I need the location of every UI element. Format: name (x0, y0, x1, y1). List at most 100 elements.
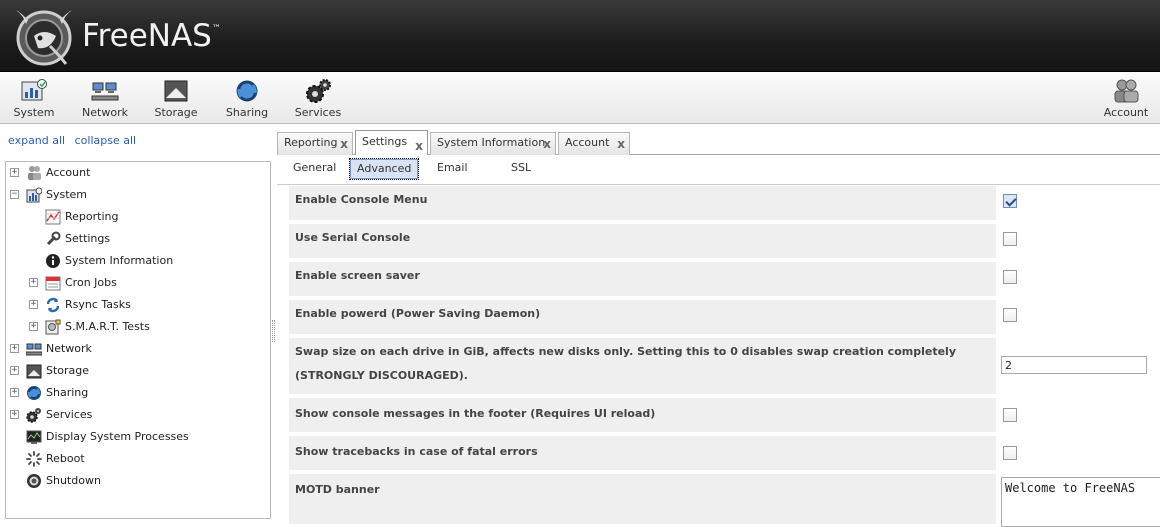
toolbar-network-label: Network (82, 106, 128, 119)
field-label: Enable screen saver (295, 269, 420, 282)
subtab-advanced[interactable]: Advanced (349, 158, 420, 180)
field-cell (996, 224, 1160, 258)
network-icon (91, 82, 119, 101)
tree-item-label: Network (46, 342, 92, 355)
expand-toggle[interactable]: + (10, 366, 19, 375)
expand-toggle[interactable]: + (10, 168, 19, 177)
field-label: Show console messages in the footer (Req… (295, 407, 656, 420)
sharing-icon (27, 386, 41, 400)
tab-system-information[interactable]: System Information x (430, 132, 556, 155)
freenas-logo-icon (16, 10, 72, 66)
tree-item-label: Services (46, 408, 93, 421)
tree-item-label: Rsync Tasks (65, 298, 131, 311)
swap-size-input[interactable] (1001, 356, 1147, 374)
tree-item-label: Account (46, 166, 91, 179)
tree-item-label: Storage (46, 364, 90, 377)
toolbar-account-button[interactable]: Account (1094, 76, 1158, 122)
subtab-ssl[interactable]: SSL (511, 158, 531, 180)
motd-banner-textarea[interactable]: Welcome to FreeNAS (1001, 477, 1160, 527)
subtab-email[interactable]: Email (437, 158, 468, 180)
services-icon (26, 408, 41, 423)
tree-item-label: Shutdown (46, 474, 101, 487)
expand-all-link[interactable]: expand all (8, 134, 65, 147)
expand-toggle[interactable]: + (10, 344, 19, 353)
form-row-screen-saver: Enable screen saver (289, 262, 1160, 296)
wrench-icon (46, 231, 61, 246)
sharing-icon (236, 80, 258, 102)
pane-splitter[interactable] (272, 320, 275, 342)
field-label: Enable Console Menu (295, 193, 428, 206)
collapse-all-link[interactable]: collapse all (75, 134, 136, 147)
field-cell (996, 436, 1160, 470)
tree-item-label: System Information (65, 254, 174, 267)
system-icon (26, 187, 42, 203)
field-label: Enable powerd (Power Saving Daemon) (295, 307, 541, 320)
enable-powerd-checkbox[interactable] (1003, 308, 1017, 322)
form-row-swap-size: Swap size on each drive in GiB, affects … (289, 338, 1160, 394)
use-serial-console-checkbox[interactable] (1003, 232, 1017, 246)
info-icon (46, 254, 60, 268)
tab-label: Settings (362, 135, 408, 148)
expand-toggle[interactable]: + (29, 322, 38, 331)
tree-item-label: Settings (65, 232, 111, 245)
field-label: MOTD banner (295, 483, 380, 496)
tab-reporting[interactable]: Reporting x (277, 132, 353, 155)
field-cell (996, 186, 1160, 220)
field-cell (996, 262, 1160, 296)
tab-settings[interactable]: Settings x (355, 130, 428, 155)
smart-icon (45, 319, 61, 335)
field-cell (996, 338, 1160, 394)
system-icon (21, 79, 47, 101)
main-toolbar: System Network Storage Sharing Services … (0, 72, 1160, 124)
toolbar-account-label: Account (1103, 106, 1149, 119)
tree-item-label: System (46, 188, 88, 201)
calendar-icon (45, 276, 61, 291)
expand-toggle[interactable]: + (10, 410, 19, 419)
network-icon (26, 343, 42, 356)
toolbar-system-button[interactable]: System (2, 76, 66, 122)
tree-item-label: Sharing (46, 386, 89, 399)
tab-account[interactable]: Account x (558, 132, 630, 155)
tree-controls: expand all collapse all (8, 134, 142, 147)
processes-icon (26, 430, 42, 444)
navigation-tree: + Account − System Reporting Settings Sy… (5, 161, 271, 519)
toolbar-services-label: Services (294, 106, 342, 119)
toolbar-storage-button[interactable]: Storage (144, 76, 208, 122)
close-icon[interactable]: x (543, 134, 551, 154)
expand-toggle[interactable]: + (10, 388, 19, 397)
close-icon[interactable]: x (617, 134, 625, 154)
tab-label: Account (565, 136, 610, 149)
reporting-icon (45, 209, 61, 225)
subtab-general[interactable]: General (293, 158, 336, 180)
show-tracebacks-checkbox[interactable] (1003, 446, 1017, 460)
field-cell: Welcome to FreeNAS (996, 474, 1160, 527)
form-row-tracebacks: Show tracebacks in case of fatal errors (289, 436, 1160, 470)
form-row-serial-console: Use Serial Console (289, 224, 1160, 258)
field-cell (996, 398, 1160, 432)
expand-toggle[interactable]: + (29, 300, 38, 309)
tab-label: Reporting (284, 136, 338, 149)
tab-bar: Reporting x Settings x System Informatio… (277, 130, 1160, 155)
collapse-toggle[interactable]: − (10, 190, 19, 199)
account-icon (28, 166, 41, 180)
toolbar-sharing-button[interactable]: Sharing (215, 76, 279, 122)
close-icon[interactable]: x (415, 135, 423, 157)
toolbar-network-button[interactable]: Network (73, 76, 137, 122)
subtab-divider (277, 184, 1160, 185)
enable-console-menu-checkbox[interactable] (1003, 194, 1017, 208)
toolbar-services-button[interactable]: Services (286, 76, 350, 122)
form-row-motd: MOTD banner Welcome to FreeNAS (289, 474, 1160, 527)
toolbar-storage-label: Storage (154, 106, 198, 119)
field-label: Swap size on each drive in GiB, affects … (295, 345, 956, 382)
form-row-powerd: Enable powerd (Power Saving Daemon) (289, 300, 1160, 334)
expand-toggle[interactable]: + (29, 278, 38, 287)
reboot-icon (26, 451, 42, 467)
close-icon[interactable]: x (340, 134, 348, 154)
tree-item-label: Display System Processes (46, 430, 189, 443)
toolbar-sharing-label: Sharing (225, 106, 269, 119)
show-console-messages-checkbox[interactable] (1003, 408, 1017, 422)
account-icon (1114, 79, 1139, 103)
tree-item-label: Reboot (46, 452, 85, 465)
storage-icon (26, 364, 42, 379)
enable-screen-saver-checkbox[interactable] (1003, 270, 1017, 284)
